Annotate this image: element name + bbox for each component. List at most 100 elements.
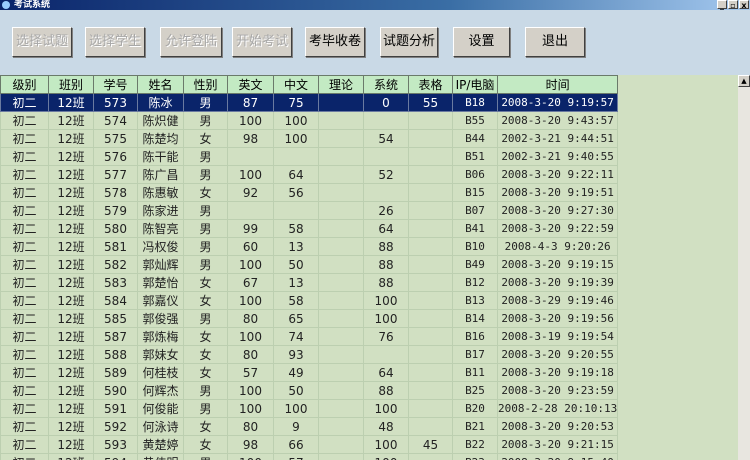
cell-班别[interactable]: 12班: [48, 453, 94, 460]
cell-班别[interactable]: 12班: [48, 129, 94, 148]
cell-姓名[interactable]: 郭嘉仪: [137, 291, 184, 310]
cell-IP/电脑[interactable]: B22: [452, 435, 498, 454]
cell-性别[interactable]: 女: [183, 363, 228, 382]
cell-级别[interactable]: 初二: [0, 363, 49, 382]
column-header[interactable]: 级别: [0, 75, 49, 94]
cell-级别[interactable]: 初二: [0, 381, 49, 400]
cell-英文[interactable]: 100: [227, 291, 274, 310]
table-row[interactable]: 初二 12班 578 陈惠敏女 92 56 B15 2008-3-20 9:19:51: [0, 183, 619, 202]
cell-学号[interactable]: 582: [93, 255, 138, 274]
table-row[interactable]: 初二 12班 581 冯权俊男 60 13 88 B10 2008-4-3 9:20:26: [0, 237, 619, 256]
cell-班别[interactable]: 12班: [48, 309, 94, 328]
cell-表格[interactable]: [408, 255, 453, 274]
cell-中文[interactable]: 64: [273, 165, 319, 184]
cell-班别[interactable]: 12班: [48, 111, 94, 130]
cell-性别[interactable]: 男: [183, 255, 228, 274]
cell-系统[interactable]: 88: [363, 381, 409, 400]
cell-系统[interactable]: 100: [363, 291, 409, 310]
cell-IP/电脑[interactable]: B25: [452, 381, 498, 400]
cell-表格[interactable]: [408, 327, 453, 346]
cell-系统[interactable]: [363, 147, 409, 166]
cell-理论[interactable]: [318, 309, 364, 328]
cell-学号[interactable]: 580: [93, 219, 138, 238]
cell-学号[interactable]: 593: [93, 435, 138, 454]
cell-姓名[interactable]: 冯权俊: [137, 237, 184, 256]
cell-IP/电脑[interactable]: B51: [452, 147, 498, 166]
cell-级别[interactable]: 初二: [0, 291, 49, 310]
cell-时间[interactable]: 2008-3-20 9:21:15: [496, 435, 619, 454]
cell-性别[interactable]: 女: [183, 273, 228, 292]
column-header[interactable]: 理论: [318, 75, 364, 94]
cell-系统[interactable]: 88: [363, 255, 409, 274]
table-row[interactable]: 初二 12班 573 陈冰男 87 75 0 55 B18 2008-3-20 9:19:57: [0, 93, 619, 112]
cell-级别[interactable]: 初二: [0, 435, 49, 454]
cell-学号[interactable]: 577: [93, 165, 138, 184]
cell-英文[interactable]: 80: [227, 309, 274, 328]
cell-时间[interactable]: 2008-3-20 9:15:40: [496, 453, 619, 460]
cell-中文[interactable]: 9: [273, 417, 319, 436]
cell-性别[interactable]: 女: [183, 129, 228, 148]
table-row[interactable]: 初二 12班 579 陈家进男 26 B07 2008-3-20 9:27:30: [0, 201, 619, 220]
cell-IP/电脑[interactable]: B06: [452, 165, 498, 184]
cell-理论[interactable]: [318, 381, 364, 400]
cell-系统[interactable]: 54: [363, 129, 409, 148]
cell-学号[interactable]: 576: [93, 147, 138, 166]
cell-理论[interactable]: [318, 417, 364, 436]
cell-时间[interactable]: 2008-3-19 9:19:54: [496, 327, 619, 346]
cell-系统[interactable]: 100: [363, 453, 409, 460]
cell-性别[interactable]: 男: [183, 381, 228, 400]
cell-理论[interactable]: [318, 345, 364, 364]
column-header[interactable]: 学号: [93, 75, 138, 94]
cell-学号[interactable]: 594: [93, 453, 138, 460]
cell-中文[interactable]: 93: [273, 345, 319, 364]
cell-理论[interactable]: [318, 363, 364, 382]
cell-班别[interactable]: 12班: [48, 363, 94, 382]
cell-IP/电脑[interactable]: B17: [452, 345, 498, 364]
cell-性别[interactable]: 男: [183, 237, 228, 256]
cell-系统[interactable]: [363, 345, 409, 364]
cell-学号[interactable]: 590: [93, 381, 138, 400]
table-row[interactable]: 初二 12班 583 郭楚怡女 67 13 88 B12 2008-3-20 9:19:39: [0, 273, 619, 292]
cell-性别[interactable]: 女: [183, 417, 228, 436]
cell-时间[interactable]: 2008-3-20 9:19:51: [496, 183, 619, 202]
cell-班别[interactable]: 12班: [48, 327, 94, 346]
select-students-button[interactable]: 选择学生: [85, 27, 145, 57]
cell-级别[interactable]: 初二: [0, 111, 49, 130]
cell-英文[interactable]: 100: [227, 165, 274, 184]
cell-理论[interactable]: [318, 435, 364, 454]
cell-学号[interactable]: 592: [93, 417, 138, 436]
cell-姓名[interactable]: 陈干能: [137, 147, 184, 166]
cell-理论[interactable]: [318, 453, 364, 460]
cell-学号[interactable]: 581: [93, 237, 138, 256]
cell-系统[interactable]: [363, 111, 409, 130]
cell-IP/电脑[interactable]: B14: [452, 309, 498, 328]
cell-班别[interactable]: 12班: [48, 273, 94, 292]
cell-理论[interactable]: [318, 273, 364, 292]
cell-表格[interactable]: [408, 219, 453, 238]
cell-中文[interactable]: 13: [273, 273, 319, 292]
cell-时间[interactable]: 2008-3-20 9:20:55: [496, 345, 619, 364]
cell-理论[interactable]: [318, 129, 364, 148]
cell-理论[interactable]: [318, 165, 364, 184]
cell-理论[interactable]: [318, 147, 364, 166]
cell-班别[interactable]: 12班: [48, 255, 94, 274]
cell-时间[interactable]: 2008-3-29 9:19:46: [496, 291, 619, 310]
cell-系统[interactable]: 100: [363, 399, 409, 418]
cell-IP/电脑[interactable]: B41: [452, 219, 498, 238]
table-row[interactable]: 初二 12班 592 何泳诗女 80 9 48 B21 2008-3-20 9:20:53: [0, 417, 619, 436]
cell-系统[interactable]: 26: [363, 201, 409, 220]
cell-表格[interactable]: [408, 273, 453, 292]
cell-性别[interactable]: 男: [183, 111, 228, 130]
cell-时间[interactable]: 2008-3-20 9:20:53: [496, 417, 619, 436]
column-header[interactable]: 系统: [363, 75, 409, 94]
table-row[interactable]: 初二 12班 585 郭俊强男 80 65 100 B14 2008-3-20 9:19:56: [0, 309, 619, 328]
cell-级别[interactable]: 初二: [0, 327, 49, 346]
cell-IP/电脑[interactable]: B23: [452, 453, 498, 460]
cell-性别[interactable]: 女: [183, 435, 228, 454]
cell-表格[interactable]: [408, 237, 453, 256]
cell-中文[interactable]: 13: [273, 237, 319, 256]
cell-系统[interactable]: 88: [363, 237, 409, 256]
cell-学号[interactable]: 573: [93, 93, 138, 112]
cell-中文[interactable]: 56: [273, 183, 319, 202]
cell-级别[interactable]: 初二: [0, 273, 49, 292]
